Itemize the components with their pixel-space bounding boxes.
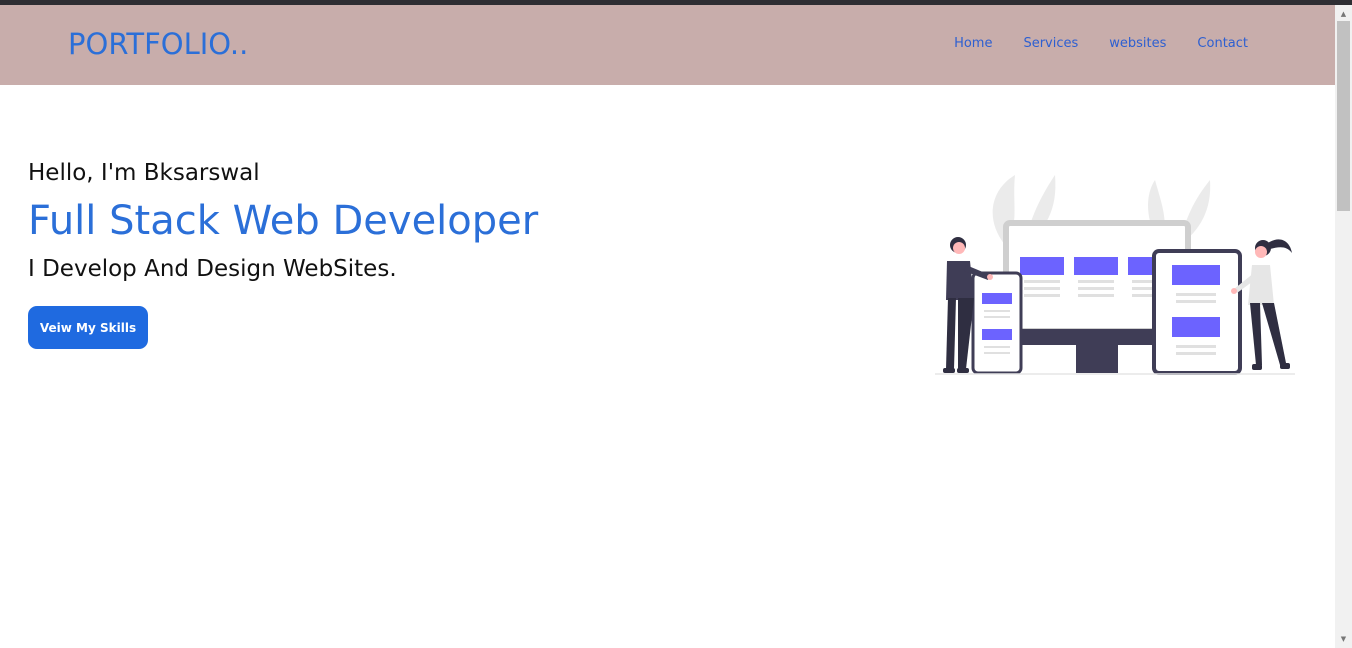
hero-subtitle: I Develop And Design WebSites. — [28, 256, 397, 282]
scroll-thumb[interactable] — [1337, 21, 1350, 211]
scroll-up-arrow-icon[interactable]: ▲ — [1335, 7, 1352, 21]
scroll-down-arrow-icon[interactable]: ▼ — [1335, 632, 1352, 646]
nav-link-home[interactable]: Home — [954, 36, 992, 51]
view-skills-button[interactable]: Veiw My Skills — [28, 306, 148, 349]
hero-illustration — [935, 175, 1295, 375]
navbar: PORTFOLIO.. Home Services websites Conta… — [0, 5, 1335, 85]
hero-title: Full Stack Web Developer — [28, 198, 539, 244]
phone-device — [971, 271, 1023, 375]
nav-link-services[interactable]: Services — [1023, 36, 1078, 51]
nav-link-contact[interactable]: Contact — [1197, 36, 1248, 51]
hero-greeting: Hello, I'm Bksarswal — [28, 160, 260, 186]
nav-link-websites[interactable]: websites — [1109, 36, 1166, 51]
vertical-scrollbar[interactable]: ▲ ▼ — [1335, 5, 1352, 648]
nav-links: Home Services websites Contact — [954, 36, 1248, 51]
tablet-device — [1152, 249, 1242, 375]
site-logo[interactable]: PORTFOLIO.. — [68, 27, 248, 61]
